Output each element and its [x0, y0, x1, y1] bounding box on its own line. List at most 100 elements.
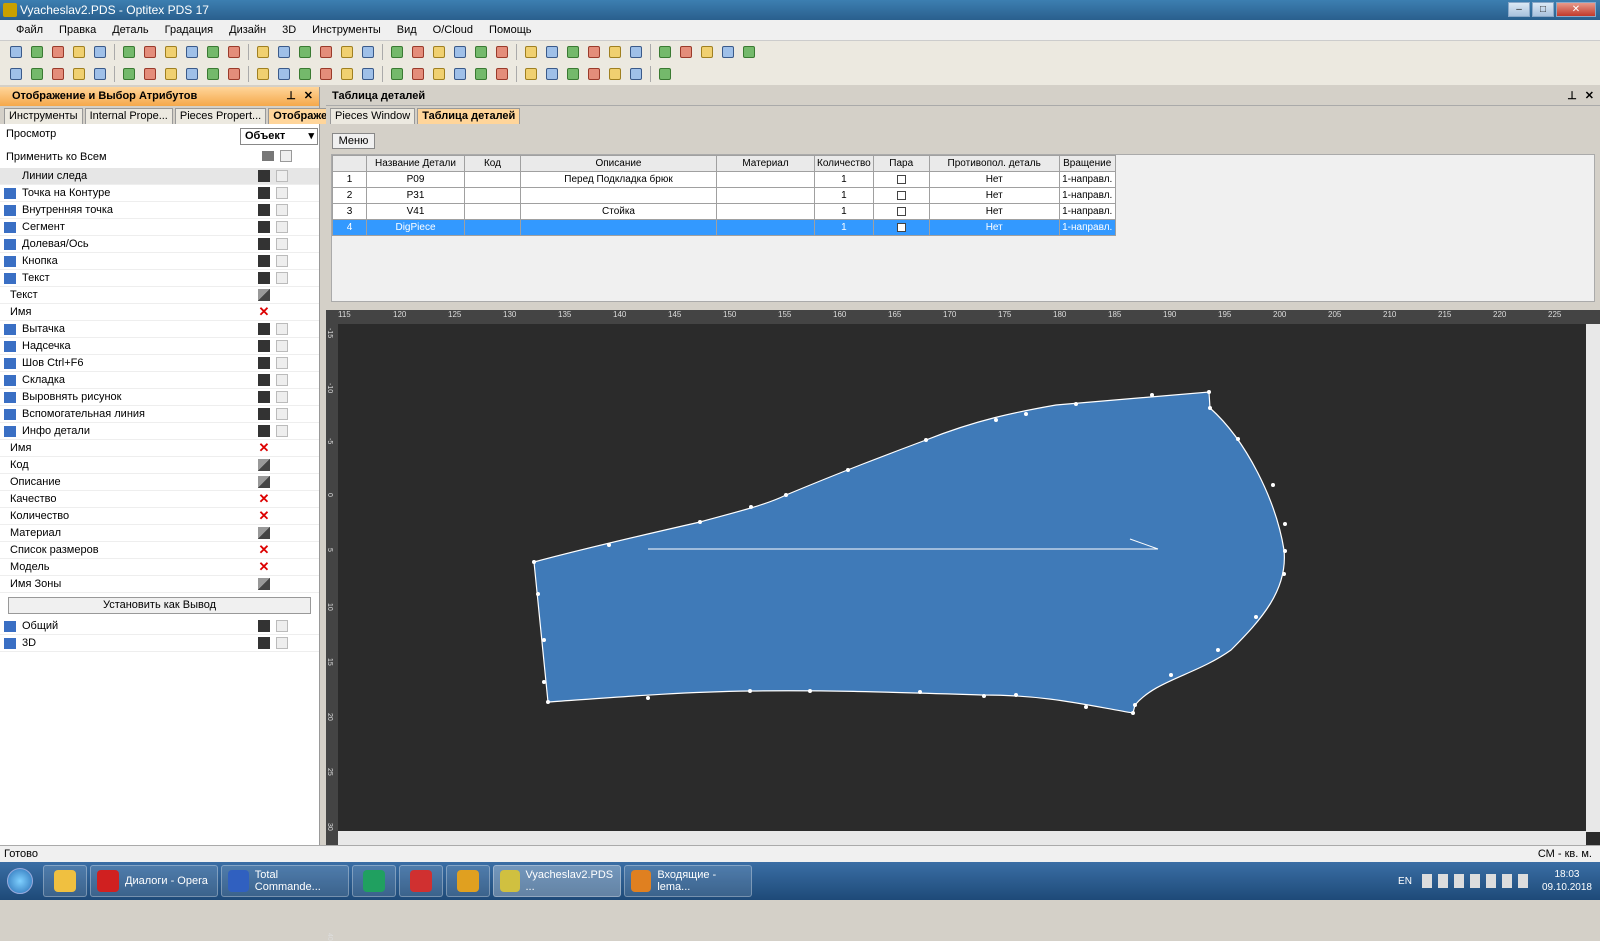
- visibility-icon[interactable]: [258, 425, 270, 437]
- visibility-icon[interactable]: [258, 170, 270, 182]
- pair-checkbox[interactable]: [896, 206, 906, 216]
- table-cell-desc[interactable]: Перед Подкладка брюк: [520, 171, 717, 188]
- toolbar-tool-icon[interactable]: [563, 65, 583, 83]
- contour-point[interactable]: [536, 592, 540, 596]
- right-tab[interactable]: Таблица деталей: [417, 108, 521, 124]
- table-cell-name[interactable]: DigPiece: [366, 219, 465, 236]
- menu-item[interactable]: 3D: [274, 20, 304, 40]
- attribute-row[interactable]: Имя ✕: [0, 440, 319, 457]
- pattern-piece[interactable]: [533, 391, 1285, 714]
- visibility-icon[interactable]: [258, 204, 270, 216]
- pair-checkbox[interactable]: [896, 190, 906, 200]
- toolbar-tool-icon[interactable]: [48, 43, 68, 61]
- table-cell-qty[interactable]: 1: [814, 171, 874, 188]
- toolbar-tool-icon[interactable]: [408, 65, 428, 83]
- toolbar-tool-icon[interactable]: [471, 65, 491, 83]
- attribute-row[interactable]: Кнопка: [0, 253, 319, 270]
- column-header[interactable]: Материал: [716, 155, 815, 172]
- set-as-output-button[interactable]: Установить как Вывод: [8, 597, 311, 614]
- column-header[interactable]: Противопол. деталь: [928, 155, 1060, 172]
- select-toggle-icon[interactable]: [276, 408, 288, 420]
- table-menu-button[interactable]: Меню: [332, 133, 375, 149]
- table-row[interactable]: 4 DigPiece 1 Нет 1-направл.: [332, 219, 1116, 236]
- select-toggle-icon[interactable]: [276, 238, 288, 250]
- close-icon[interactable]: ✕: [1585, 87, 1594, 106]
- toolbar-tool-icon[interactable]: [358, 65, 378, 83]
- attribute-row[interactable]: Текст: [0, 270, 319, 287]
- attribute-row[interactable]: Надсечка: [0, 338, 319, 355]
- taskbar-button[interactable]: [43, 865, 87, 897]
- contour-point[interactable]: [607, 543, 611, 547]
- attribute-row[interactable]: Сегмент: [0, 219, 319, 236]
- toolbar-tool-icon[interactable]: [408, 43, 428, 61]
- table-cell-qty[interactable]: 1: [814, 203, 874, 220]
- contour-point[interactable]: [784, 493, 788, 497]
- toolbar-tool-icon[interactable]: [542, 43, 562, 61]
- table-cell-pair[interactable]: [872, 171, 930, 188]
- table-cell-opposite[interactable]: Нет: [928, 219, 1060, 236]
- contour-point[interactable]: [982, 694, 986, 698]
- toolbar-tool-icon[interactable]: [450, 65, 470, 83]
- toolbar-tool-icon[interactable]: [605, 65, 625, 83]
- pin-icon[interactable]: ⊥: [286, 87, 296, 106]
- toolbar-tool-icon[interactable]: [69, 65, 89, 83]
- select-toggle-icon[interactable]: [276, 170, 288, 182]
- table-cell-code[interactable]: [464, 187, 521, 204]
- apply-all-select-icon[interactable]: [280, 150, 292, 162]
- toolbar-tool-icon[interactable]: [161, 43, 181, 61]
- table-cell-material[interactable]: [716, 203, 815, 220]
- toolbar-tool-icon[interactable]: [584, 65, 604, 83]
- toolbar-tool-icon[interactable]: [337, 43, 357, 61]
- contour-point[interactable]: [1254, 615, 1258, 619]
- table-cell-code[interactable]: [464, 171, 521, 188]
- visibility-icon[interactable]: [258, 391, 270, 403]
- toolbar-tool-icon[interactable]: [161, 65, 181, 83]
- table-cell-pair[interactable]: [872, 187, 930, 204]
- attribute-row[interactable]: Выровнять рисунок: [0, 389, 319, 406]
- toolbar-tool-icon[interactable]: [316, 65, 336, 83]
- column-header[interactable]: Название Детали: [366, 155, 465, 172]
- contour-point[interactable]: [1236, 437, 1240, 441]
- table-cell-num[interactable]: 3: [332, 203, 367, 220]
- column-header[interactable]: Описание: [520, 155, 717, 172]
- table-row[interactable]: 2 P31 1 Нет 1-направл.: [332, 187, 1116, 204]
- close-icon[interactable]: ✕: [304, 87, 313, 106]
- taskbar-button[interactable]: Входящие - lema...: [624, 865, 752, 897]
- hidden-x-icon[interactable]: ✕: [258, 560, 270, 573]
- attribute-row[interactable]: Внутренняя точка: [0, 202, 319, 219]
- table-cell-qty[interactable]: 1: [814, 187, 874, 204]
- toolbar-tool-icon[interactable]: [224, 65, 244, 83]
- view-select[interactable]: Объект: [240, 128, 318, 145]
- toolbar-tool-icon[interactable]: [387, 65, 407, 83]
- visibility-icon[interactable]: [258, 272, 270, 284]
- table-row[interactable]: 3 V41 Стойка 1 Нет 1-направл.: [332, 203, 1116, 220]
- toolbar-tool-icon[interactable]: [69, 43, 89, 61]
- toolbar-tool-icon[interactable]: [140, 65, 160, 83]
- toolbar-tool-icon[interactable]: [521, 65, 541, 83]
- toolbar-tool-icon[interactable]: [358, 43, 378, 61]
- table-cell-name[interactable]: V41: [366, 203, 465, 220]
- attribute-row[interactable]: Список размеров ✕: [0, 542, 319, 559]
- table-cell-opposite[interactable]: Нет: [928, 187, 1060, 204]
- visibility-icon[interactable]: [258, 476, 270, 488]
- attribute-row[interactable]: Общий: [0, 618, 319, 635]
- column-header[interactable]: Вращение: [1058, 155, 1116, 172]
- contour-point[interactable]: [924, 438, 928, 442]
- table-cell-name[interactable]: P09: [366, 171, 465, 188]
- toolbar-tool-icon[interactable]: [295, 65, 315, 83]
- contour-point[interactable]: [546, 700, 550, 704]
- column-header[interactable]: Код: [464, 155, 521, 172]
- contour-point[interactable]: [1150, 393, 1154, 397]
- visibility-icon[interactable]: [258, 289, 270, 301]
- contour-point[interactable]: [646, 696, 650, 700]
- menu-item[interactable]: Помощь: [481, 20, 540, 40]
- attribute-row[interactable]: Складка: [0, 372, 319, 389]
- column-header[interactable]: Пара: [872, 155, 930, 172]
- menu-item[interactable]: O/Cloud: [425, 20, 481, 40]
- hidden-x-icon[interactable]: ✕: [258, 509, 270, 522]
- table-cell-opposite[interactable]: Нет: [928, 203, 1060, 220]
- contour-point[interactable]: [918, 690, 922, 694]
- hidden-x-icon[interactable]: ✕: [258, 441, 270, 454]
- apply-all-eye-icon[interactable]: [262, 151, 274, 161]
- toolbar-tool-icon[interactable]: [429, 65, 449, 83]
